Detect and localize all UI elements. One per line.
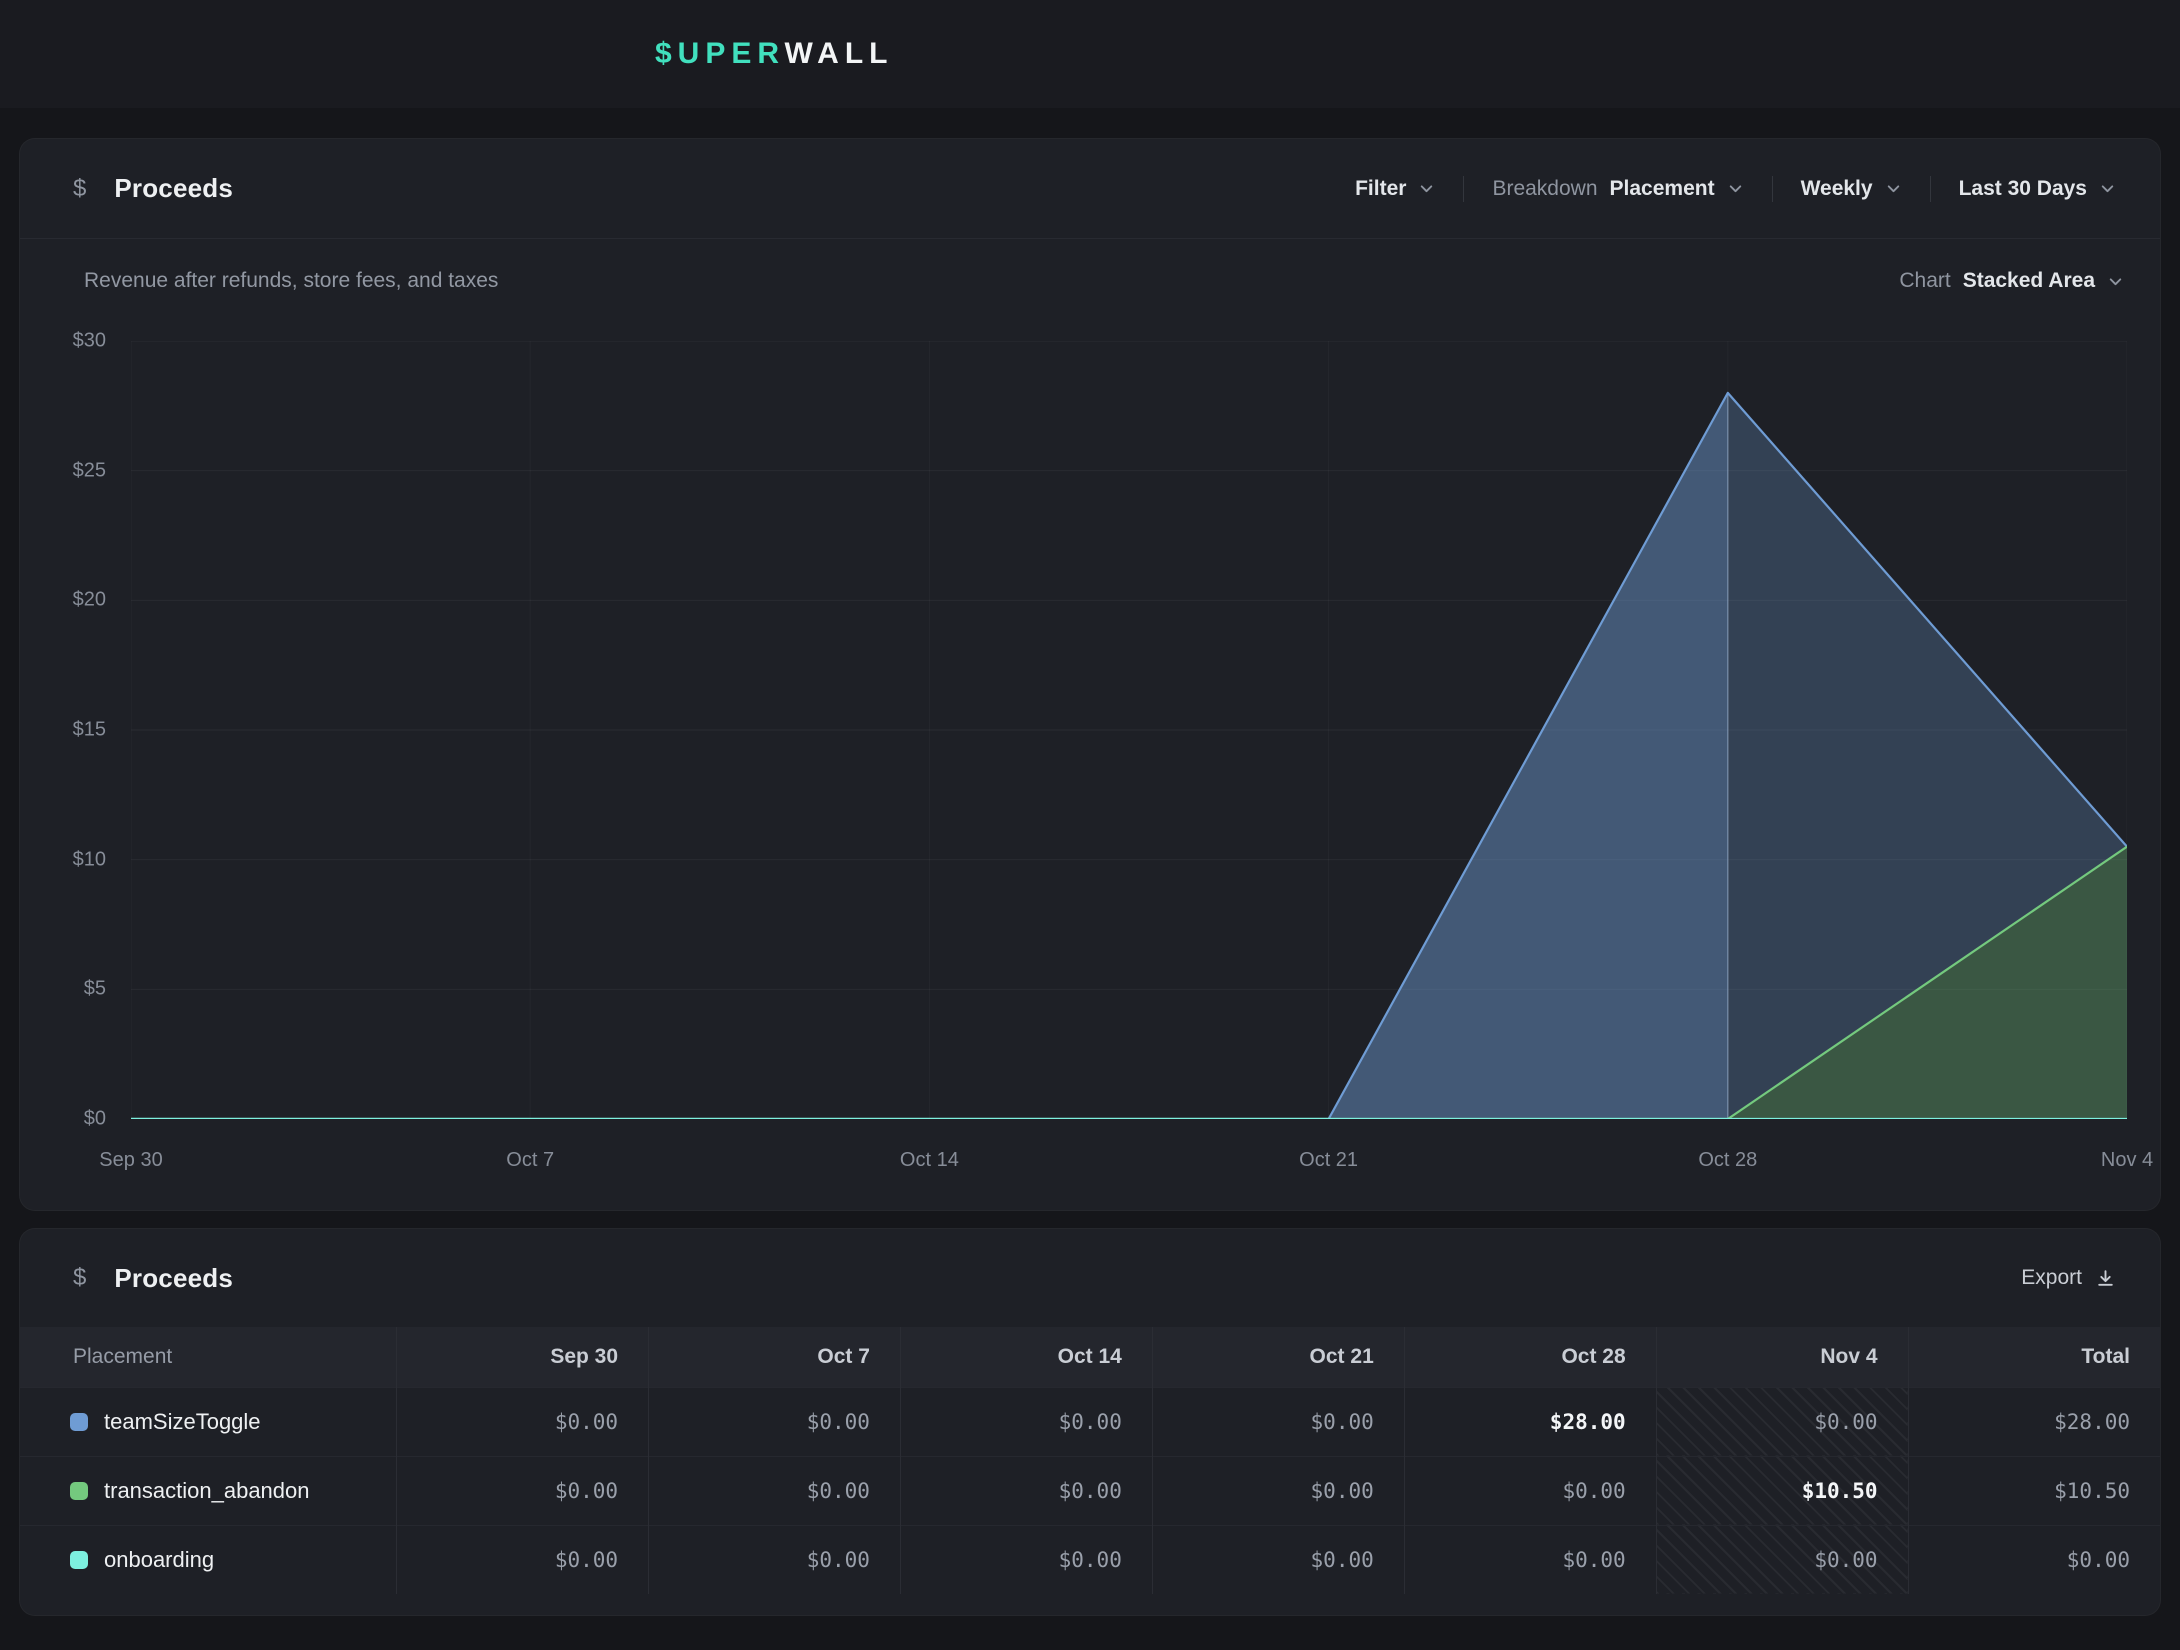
table-row: onboarding$0.00$0.00$0.00$0.00$0.00$0.00… [20, 1525, 2160, 1594]
column-header: Oct 14 [900, 1327, 1152, 1387]
breakdown-select[interactable]: Breakdown Placement [1492, 177, 1743, 201]
breakdown-label: Breakdown [1492, 177, 1597, 201]
export-button[interactable]: Export [2021, 1266, 2116, 1290]
y-axis-label: $25 [30, 459, 106, 482]
value-cell: $0.00 [900, 1525, 1152, 1594]
placement-cell: teamSizeToggle [20, 1387, 397, 1456]
chart-card-header: $ Proceeds Filter Breakdown Placement We… [20, 139, 2160, 239]
proceeds-table-card: $ Proceeds Export PlacementSep 30Oct 7Oc… [19, 1228, 2161, 1616]
x-axis: Sep 30Oct 7Oct 14Oct 21Oct 28Nov 4 [131, 1149, 2127, 1179]
value-cell: $0.00 [649, 1387, 901, 1456]
column-header: Sep 30 [397, 1327, 649, 1387]
chevron-down-icon [2107, 273, 2124, 290]
y-axis-label: $30 [30, 330, 106, 353]
main-content: $ Proceeds Filter Breakdown Placement We… [0, 108, 2180, 1616]
placement-cell: onboarding [20, 1525, 397, 1594]
chart-type-label: Chart [1899, 269, 1950, 293]
value-cell: $0.00 [900, 1456, 1152, 1525]
stacked-area-chart[interactable]: $0$5$10$15$20$25$30 Sep 30Oct 7Oct 14Oct… [131, 341, 2127, 1119]
export-label: Export [2021, 1266, 2082, 1290]
divider [1772, 176, 1773, 202]
value-cell: $0.00 [1152, 1525, 1404, 1594]
value-cell: $10.50 [1656, 1456, 1908, 1525]
date-range-value: Last 30 Days [1959, 177, 2087, 201]
table-card-header: $ Proceeds Export [20, 1229, 2160, 1327]
value-cell: $0.00 [1404, 1525, 1656, 1594]
value-cell: $0.00 [397, 1525, 649, 1594]
value-cell: $0.00 [1656, 1525, 1908, 1594]
x-axis-label: Oct 28 [1698, 1149, 1757, 1172]
dollar-icon: $ [73, 175, 86, 203]
x-axis-label: Oct 14 [900, 1149, 959, 1172]
proceeds-table: PlacementSep 30Oct 7Oct 14Oct 21Oct 28No… [20, 1327, 2160, 1594]
filter-label: Filter [1355, 177, 1406, 201]
value-cell: $0.00 [1908, 1525, 2160, 1594]
column-header: Oct 21 [1152, 1327, 1404, 1387]
placement-cell: transaction_abandon [20, 1456, 397, 1525]
table-card-title: Proceeds [114, 1263, 233, 1294]
logo-accent-text: $UPER [655, 37, 785, 70]
logo-rest-text: WALL [785, 37, 894, 70]
chevron-down-icon [1885, 180, 1902, 197]
column-header: Total [1908, 1327, 2160, 1387]
series-color-swatch [70, 1482, 88, 1500]
chevron-down-icon [2099, 180, 2116, 197]
y-axis: $0$5$10$15$20$25$30 [30, 341, 106, 1119]
chart-subheader: Revenue after refunds, store fees, and t… [20, 239, 2160, 293]
column-header: Oct 7 [649, 1327, 901, 1387]
y-axis-label: $15 [30, 719, 106, 742]
column-header: Nov 4 [1656, 1327, 1908, 1387]
table-row: teamSizeToggle$0.00$0.00$0.00$0.00$28.00… [20, 1387, 2160, 1456]
y-axis-label: $20 [30, 589, 106, 612]
divider [1930, 176, 1931, 202]
superwall-logo[interactable]: $UPERWALL [655, 37, 893, 71]
value-cell: $0.00 [1404, 1456, 1656, 1525]
value-cell: $10.50 [1908, 1456, 2160, 1525]
value-cell: $0.00 [1152, 1387, 1404, 1456]
chart-card-title-group: $ Proceeds [73, 173, 233, 204]
download-icon [2095, 1268, 2116, 1289]
column-header: Placement [20, 1327, 397, 1387]
value-cell: $0.00 [397, 1387, 649, 1456]
value-cell: $0.00 [1656, 1387, 1908, 1456]
date-range-select[interactable]: Last 30 Days [1959, 177, 2116, 201]
value-cell: $0.00 [649, 1525, 901, 1594]
y-axis-label: $10 [30, 848, 106, 871]
period-select[interactable]: Weekly [1801, 177, 1902, 201]
table-row: transaction_abandon$0.00$0.00$0.00$0.00$… [20, 1456, 2160, 1525]
value-cell: $0.00 [1152, 1456, 1404, 1525]
value-cell: $28.00 [1908, 1387, 2160, 1456]
x-axis-label: Oct 21 [1299, 1149, 1358, 1172]
x-axis-label: Oct 7 [506, 1149, 554, 1172]
x-axis-label: Nov 4 [2101, 1149, 2153, 1172]
chart-controls: Filter Breakdown Placement Weekly Last 3… [1355, 176, 2116, 202]
column-header: Oct 28 [1404, 1327, 1656, 1387]
y-axis-label: $0 [30, 1108, 106, 1131]
value-cell: $0.00 [397, 1456, 649, 1525]
value-cell: $28.00 [1404, 1387, 1656, 1456]
chart-type-select[interactable]: Chart Stacked Area [1899, 269, 2124, 293]
chart-plot-area [131, 341, 2127, 1119]
value-cell: $0.00 [900, 1387, 1152, 1456]
x-axis-label: Sep 30 [99, 1149, 162, 1172]
series-color-swatch [70, 1413, 88, 1431]
period-value: Weekly [1801, 177, 1873, 201]
chart-card-title: Proceeds [114, 173, 233, 204]
table-card-title-group: $ Proceeds [73, 1263, 233, 1294]
divider [1463, 176, 1464, 202]
chart-type-value: Stacked Area [1963, 269, 2095, 293]
value-cell: $0.00 [649, 1456, 901, 1525]
chevron-down-icon [1727, 180, 1744, 197]
filter-button[interactable]: Filter [1355, 177, 1435, 201]
breakdown-value: Placement [1610, 177, 1715, 201]
chart-subtitle: Revenue after refunds, store fees, and t… [84, 269, 498, 293]
y-axis-label: $5 [30, 978, 106, 1001]
proceeds-chart-card: $ Proceeds Filter Breakdown Placement We… [19, 138, 2161, 1211]
dollar-icon: $ [73, 1264, 86, 1292]
topbar: $UPERWALL [0, 0, 2180, 108]
chevron-down-icon [1418, 180, 1435, 197]
table-header-row: PlacementSep 30Oct 7Oct 14Oct 21Oct 28No… [20, 1327, 2160, 1387]
series-color-swatch [70, 1551, 88, 1569]
